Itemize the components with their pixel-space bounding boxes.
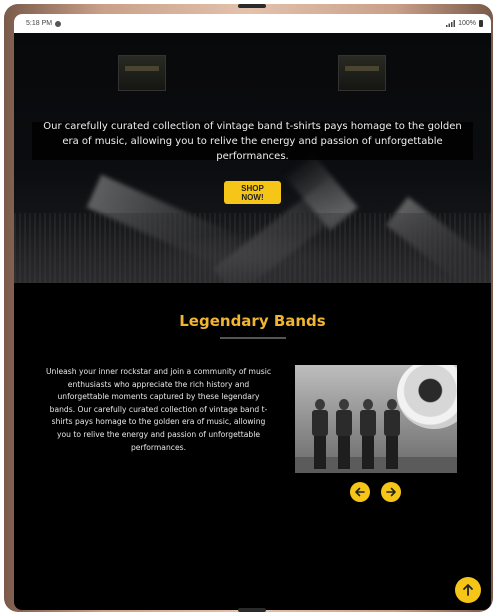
crowd-silhouette [14,213,491,283]
section-body: Unleash your inner rockstar and join a c… [46,367,271,452]
arrow-left-icon [355,487,365,497]
device-frame: 5:18 PM 100% Our carefully curated colle… [4,4,493,612]
screen: 5:18 PM 100% Our carefully curated colle… [14,14,491,610]
stadium-banner-left [118,55,166,91]
hero-banner: Our carefully curated collection of vint… [14,33,491,283]
arrow-up-icon [463,584,473,596]
hinge-bottom [238,608,266,612]
hero-tagline: Our carefully curated collection of vint… [32,121,473,162]
status-time: 5:18 PM [26,20,53,27]
band-member [359,399,377,469]
signal-icon [446,20,456,27]
hinge-top [238,4,266,8]
arrow-right-icon [386,487,396,497]
carousel-next-button[interactable] [381,482,401,502]
hero-tagline-text: Our carefully curated collection of vint… [43,120,462,162]
section-title: Legendary Bands [179,312,326,330]
band-member [311,399,329,469]
stadium-banner-right [338,55,386,91]
band-photo [295,365,457,473]
title-underline [220,337,286,339]
notification-icon [55,20,62,27]
battery-icon [479,20,483,27]
airplane-engine [397,365,457,429]
band-member [383,399,401,469]
battery-percent: 100% [458,20,476,27]
scroll-to-top-button[interactable] [455,577,481,603]
status-bar: 5:18 PM 100% [14,14,491,33]
carousel-prev-button[interactable] [350,482,370,502]
band-member [335,399,353,469]
shop-now-button[interactable]: SHOP NOW! [224,181,281,204]
